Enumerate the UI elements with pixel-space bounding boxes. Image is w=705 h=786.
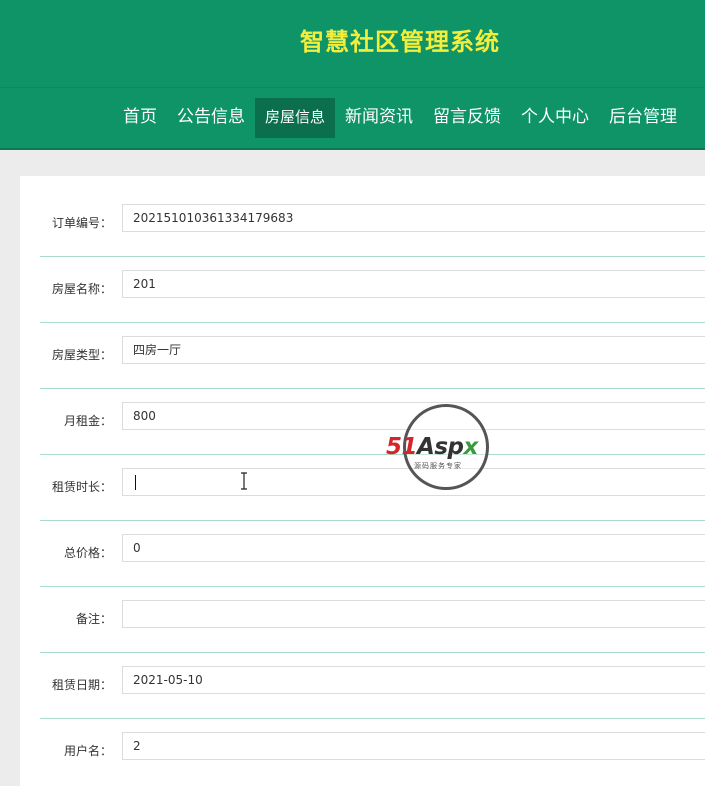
- order-no-label: 订单编号：: [51, 216, 112, 230]
- form-row-monthly-rent: 月租金： 800: [40, 388, 705, 455]
- main-nav: 首页 公告信息 房屋信息 新闻资讯 留言反馈 个人中心 后台管理: [113, 98, 687, 138]
- total-price-field[interactable]: 0: [122, 534, 705, 562]
- order-no-field[interactable]: 20215101036133417968​3: [122, 204, 705, 232]
- nav-housing[interactable]: 房屋信息: [255, 98, 336, 138]
- remarks-field[interactable]: [122, 600, 705, 628]
- watermark-subtitle: 源码服务专家: [414, 462, 462, 470]
- watermark-logo: 51Aspx: [386, 434, 478, 460]
- form-row-lease-duration: 租赁时长：: [40, 454, 705, 521]
- form-row-lease-date: 租赁日期： 2021-05-10: [40, 652, 705, 719]
- form-row-order-no: 订单编号： 20215101036133417968​3: [40, 190, 705, 257]
- house-type-label: 房屋类型：: [51, 348, 112, 362]
- nav-announcements[interactable]: 公告信息: [167, 98, 255, 138]
- lease-duration-label: 租赁时长：: [51, 480, 112, 494]
- username-label: 用户名：: [63, 744, 112, 758]
- nav-divider: [0, 87, 705, 88]
- nav-news[interactable]: 新闻资讯: [335, 98, 423, 138]
- form-row-house-name: 房屋名称： 201: [40, 256, 705, 323]
- form-row-house-type: 房屋类型： 四房一厅: [40, 322, 705, 389]
- username-field[interactable]: 2: [122, 732, 705, 760]
- nav-profile[interactable]: 个人中心: [511, 98, 599, 138]
- ibeam-cursor-icon: [241, 472, 247, 490]
- nav-feedback[interactable]: 留言反馈: [423, 98, 511, 138]
- nav-admin[interactable]: 后台管理: [599, 98, 687, 138]
- form-row-username: 用户名： 2: [40, 718, 705, 784]
- header-bar: 智慧社区管理系统 首页 公告信息 房屋信息 新闻资讯 留言反馈 个人中心 后台管…: [0, 0, 705, 150]
- text-caret: [135, 475, 136, 490]
- house-name-label: 房屋名称：: [51, 282, 112, 296]
- site-title: 智慧社区管理系统: [300, 28, 500, 56]
- house-type-field[interactable]: 四房一厅: [122, 336, 705, 364]
- total-price-label: 总价格：: [63, 546, 112, 560]
- remarks-label: 备注：: [75, 612, 112, 626]
- lease-date-field[interactable]: 2021-05-10: [122, 666, 705, 694]
- house-name-field[interactable]: 201: [122, 270, 705, 298]
- form-panel: 订单编号： 20215101036133417968​3 房屋名称： 201 房…: [20, 176, 705, 786]
- form-row-total-price: 总价格： 0: [40, 520, 705, 587]
- lease-date-label: 租赁日期：: [51, 678, 112, 692]
- form-row-remarks: 备注：: [40, 586, 705, 653]
- nav-home[interactable]: 首页: [113, 98, 167, 138]
- monthly-rent-label: 月租金：: [63, 414, 112, 428]
